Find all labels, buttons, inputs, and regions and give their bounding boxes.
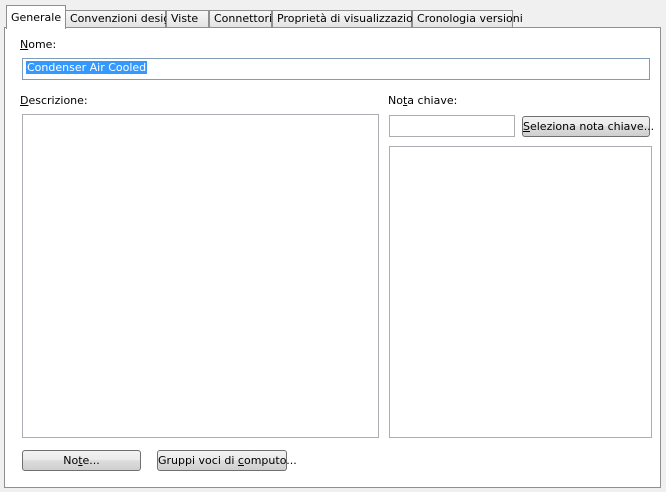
description-label: Descrizione:: [20, 94, 88, 107]
tab-cronologia-versioni[interactable]: Cronologia versioni: [412, 10, 523, 27]
name-input[interactable]: Condenser Air Cooled: [22, 58, 650, 80]
tab-label: Cronologia versioni: [417, 12, 523, 25]
tab-label: Viste: [171, 12, 199, 25]
tab-label: Generale: [11, 11, 62, 24]
tab-generale[interactable]: Generale: [6, 5, 66, 29]
keynote-input[interactable]: [389, 115, 515, 137]
notes-button[interactable]: Note...: [22, 450, 141, 471]
takeoff-groups-button[interactable]: Gruppi voci di computo...: [157, 450, 297, 471]
name-value: Condenser Air Cooled: [26, 61, 148, 74]
tab-proprieta-visualizzazione[interactable]: Proprietà di visualizzazione: [272, 10, 427, 27]
tab-convenzioni-design[interactable]: Convenzioni design: [65, 10, 177, 27]
name-label: Nome:: [20, 38, 57, 51]
tab-bar: Generale Convenzioni design Viste Connet…: [0, 0, 666, 29]
tab-connettori[interactable]: Connettori: [209, 10, 272, 27]
tab-viste[interactable]: Viste: [166, 10, 209, 27]
select-keynote-button[interactable]: Seleziona nota chiave...: [522, 116, 654, 137]
keynote-label: Nota chiave:: [388, 94, 458, 107]
keynote-text-area[interactable]: [389, 146, 652, 438]
tab-label: Proprietà di visualizzazione: [277, 12, 427, 25]
tab-label: Convenzioni design: [70, 12, 178, 25]
description-textarea[interactable]: [22, 114, 379, 438]
tab-label: Connettori: [214, 12, 273, 25]
